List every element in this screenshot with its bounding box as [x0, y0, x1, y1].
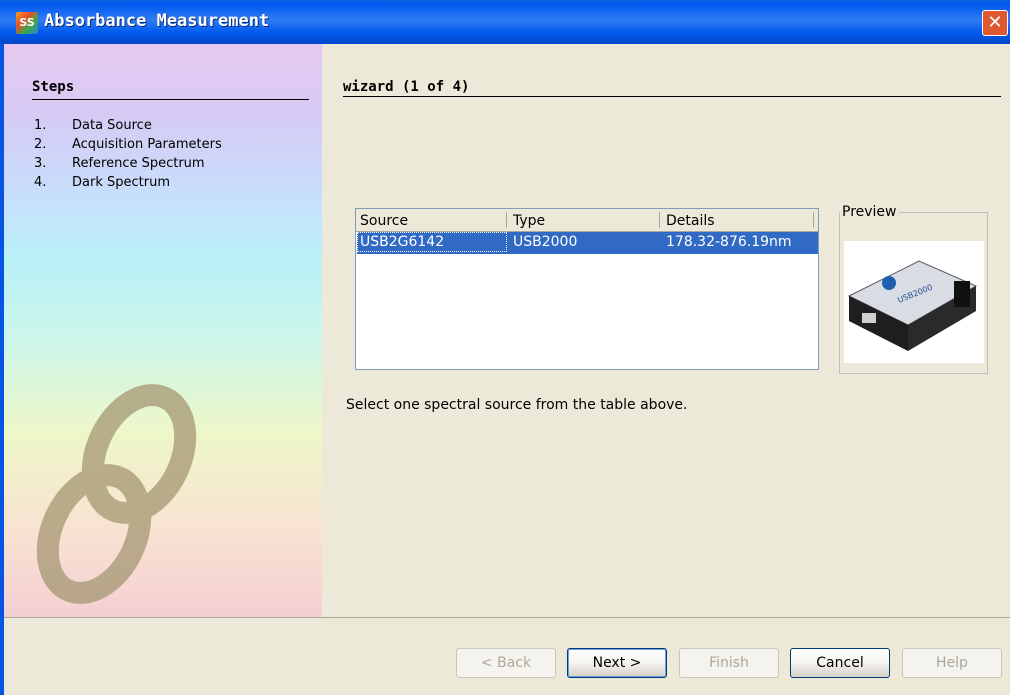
column-divider[interactable]	[659, 212, 660, 228]
wizard-title: wizard (1 of 4)	[343, 79, 470, 95]
column-header-type[interactable]: Type	[513, 213, 545, 229]
preview-label: Preview	[840, 204, 899, 220]
help-button[interactable]: Help	[902, 648, 1002, 678]
cell-type: USB2000	[513, 234, 578, 250]
step-item: 4. Dark Spectrum	[34, 175, 222, 194]
instruction-text: Select one spectral source from the tabl…	[346, 397, 688, 413]
brand-logo-icon	[36, 384, 197, 604]
step-number: 2.	[34, 137, 47, 152]
step-item: 2. Acquisition Parameters	[34, 137, 222, 156]
next-button[interactable]: Next >	[567, 648, 667, 678]
column-header-source[interactable]: Source	[360, 213, 408, 229]
cell-details: 178.32-876.19nm	[666, 234, 792, 250]
close-button[interactable]: ✕	[982, 10, 1008, 36]
column-divider[interactable]	[813, 212, 814, 228]
preview-group: Preview USB2000	[839, 204, 988, 374]
back-button[interactable]: < Back	[456, 648, 556, 678]
cancel-button[interactable]: Cancel	[790, 648, 890, 678]
table-header: Source Type Details	[356, 209, 818, 232]
device-image: USB2000	[844, 241, 984, 363]
column-header-details[interactable]: Details	[666, 213, 715, 229]
step-number: 3.	[34, 156, 47, 171]
step-item: 3. Reference Spectrum	[34, 156, 222, 175]
step-label: Acquisition Parameters	[72, 137, 222, 152]
step-number: 1.	[34, 118, 47, 133]
step-label: Reference Spectrum	[72, 156, 205, 171]
column-divider[interactable]	[506, 212, 507, 228]
steps-divider	[32, 99, 309, 100]
source-table[interactable]: Source Type Details USB2G6142 USB2000 17…	[355, 208, 819, 370]
spectrometer-icon: USB2000	[847, 260, 978, 351]
step-label: Data Source	[72, 118, 152, 133]
step-number: 4.	[34, 175, 47, 190]
finish-button[interactable]: Finish	[679, 648, 779, 678]
cell-source: USB2G6142	[360, 234, 445, 250]
steps-heading: Steps	[32, 79, 75, 95]
step-label: Dark Spectrum	[72, 175, 170, 190]
steps-list: 1. Data Source 2. Acquisition Parameters 3…	[34, 118, 222, 194]
steps-panel: Steps 1. Data Source 2. Acquisition Parame…	[4, 44, 322, 617]
step-item: 1. Data Source	[34, 118, 222, 137]
app-icon: SS	[16, 12, 38, 34]
table-row[interactable]: USB2G6142 USB2000 178.32-876.19nm	[357, 232, 818, 254]
title-bar[interactable]: SS Absorbance Measurement ✕	[0, 0, 1010, 44]
window-title: Absorbance Measurement	[44, 11, 270, 31]
wizard-divider	[343, 96, 1001, 97]
